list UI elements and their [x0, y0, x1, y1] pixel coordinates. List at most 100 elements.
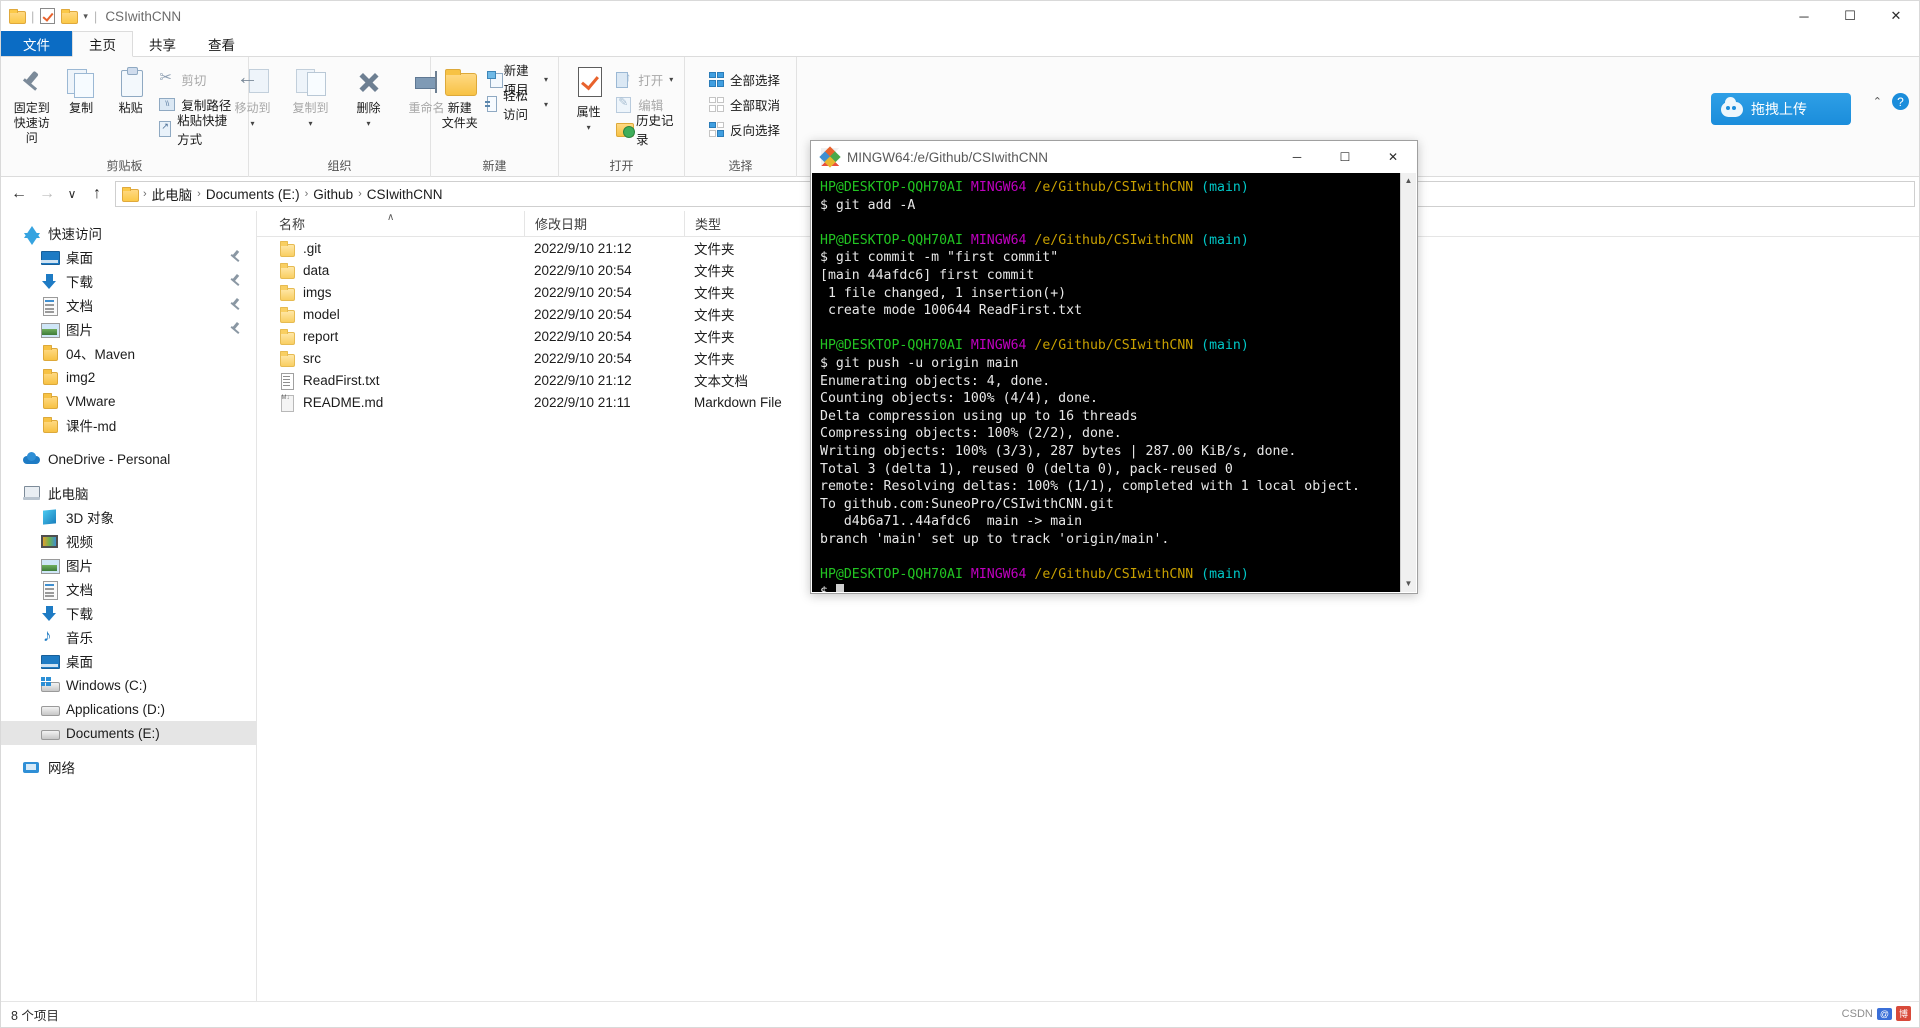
terminal-output[interactable]: HP@DESKTOP-QQH70AI MINGW64 /e/Github/CSI… [812, 173, 1400, 592]
file-name-cell: README.md [269, 394, 524, 412]
invert-selection-icon [708, 121, 724, 137]
paste-button[interactable]: 粘贴 [106, 63, 155, 120]
easy-access-button[interactable]: 轻松访问 ▾ [483, 89, 552, 122]
sidebar-item-label: 图片 [66, 323, 93, 338]
documents-icon [41, 580, 58, 600]
folder-icon [41, 416, 58, 434]
sidebar-item-img2[interactable]: img2 [1, 365, 256, 389]
file-name-label: src [303, 350, 321, 366]
sidebar-item-label: 音乐 [66, 631, 93, 646]
sidebar-item-[interactable]: 桌面 [1, 649, 256, 673]
sidebar-item-label: Windows (C:) [66, 677, 148, 693]
collapse-ribbon-icon[interactable]: ⌃ [1873, 95, 1882, 108]
sidebar-item-[interactable]: 视频 [1, 529, 256, 553]
scroll-up-icon[interactable]: ▲ [1405, 173, 1413, 189]
sidebar-item-[interactable]: 桌面 [1, 245, 256, 269]
file-type-cell: 文件夹 [694, 308, 735, 323]
sidebar-item-[interactable]: 图片 [1, 553, 256, 577]
desktop-icon [41, 653, 60, 670]
markdown-file-icon [279, 394, 295, 412]
column-header-name[interactable]: 名称 [269, 211, 524, 237]
terminal-body: HP@DESKTOP-QQH70AI MINGW64 /e/Github/CSI… [812, 173, 1416, 592]
mingw64-terminal-window[interactable]: MINGW64:/e/Github/CSIwithCNN ─ ☐ ✕ HP@DE… [810, 140, 1418, 594]
sidebar-item-label: 网络 [48, 761, 75, 776]
title-bar: | ▾ | CSIwithCNN ─ ☐ ✕ [1, 1, 1919, 31]
file-type-cell: 文件夹 [694, 330, 735, 345]
tab-file[interactable]: 文件 [1, 31, 72, 56]
chevron-down-icon[interactable]: ▾ [83, 11, 88, 22]
new-folder-button[interactable]: 新建 文件夹 [437, 63, 483, 135]
up-button[interactable]: ↑ [83, 180, 111, 208]
delete-button[interactable]: 删除 ▾ [340, 63, 398, 135]
open-button[interactable]: 打开 ▾ [612, 68, 678, 90]
sidebar-item-3d[interactable]: 3D 对象 [1, 505, 256, 529]
new-folder-icon [443, 67, 477, 97]
sidebar-item-[interactable]: 图片 [1, 317, 256, 341]
ribbon-group-label-select: 选择 [728, 159, 753, 173]
sidebar-item-vmware[interactable]: VMware [1, 389, 256, 413]
breadcrumb-separator: › [143, 188, 147, 200]
new-folder-icon[interactable] [61, 9, 79, 24]
copy-to-button[interactable]: 复制到 ▾ [282, 63, 340, 135]
pin-icon[interactable] [229, 322, 242, 335]
tab-home[interactable]: 主页 [72, 31, 133, 57]
drag-upload-button[interactable]: 拖拽上传 [1711, 93, 1851, 125]
recent-locations-button[interactable]: ∨ [61, 180, 83, 208]
sidebar-item-[interactable]: 下载 [1, 269, 256, 293]
sidebar-item-md[interactable]: 课件-md [1, 413, 256, 437]
move-to-button[interactable]: 移动到 ▾ [224, 63, 282, 135]
sidebar-item-[interactable]: 网络 [1, 755, 256, 779]
pin-to-quick-access-button[interactable]: 固定到 快速访问 [7, 63, 56, 150]
sidebar-item-documents-e[interactable]: Documents (E:) [1, 721, 256, 745]
pin-icon[interactable] [229, 298, 242, 311]
file-name-label: model [303, 306, 340, 322]
breadcrumb-item-documents-e[interactable]: Documents (E:) [206, 187, 300, 202]
maximize-button[interactable]: ☐ [1827, 1, 1873, 31]
windows-drive-icon [41, 676, 60, 694]
breadcrumb-item-csiwithcnn[interactable]: CSIwithCNN [367, 187, 443, 202]
breadcrumb-item-github[interactable]: Github [313, 187, 353, 202]
terminal-minimize-button[interactable]: ─ [1273, 141, 1321, 173]
sidebar-item-[interactable]: 此电脑 [1, 481, 256, 505]
invert-selection-button[interactable]: 反向选择 [705, 118, 784, 140]
copy-to-label: 复制到 [292, 101, 329, 115]
tab-view[interactable]: 查看 [192, 31, 251, 56]
sidebar-item-[interactable]: 音乐 [1, 625, 256, 649]
sidebar-item-[interactable]: 文档 [1, 577, 256, 601]
tab-share[interactable]: 共享 [133, 31, 192, 56]
scroll-down-icon[interactable]: ▼ [1405, 576, 1413, 592]
close-button[interactable]: ✕ [1873, 1, 1919, 31]
sidebar-item-[interactable]: 下载 [1, 601, 256, 625]
breadcrumb-item-this-pc[interactable]: 此电脑 [152, 184, 193, 204]
sidebar-item-04-maven[interactable]: 04、Maven [1, 341, 256, 365]
history-button[interactable]: 历史记录 [612, 114, 678, 147]
select-all-button[interactable]: 全部选择 [705, 68, 784, 90]
sidebar-item-onedrive-personal[interactable]: OneDrive - Personal [1, 447, 256, 471]
downloads-icon [41, 273, 58, 290]
sidebar-item-[interactable]: 快速访问 [1, 221, 256, 245]
pin-icon[interactable] [229, 250, 242, 263]
help-icon[interactable]: ? [1892, 93, 1909, 110]
window-title: CSIwithCNN [105, 8, 182, 24]
back-button[interactable]: ← [5, 180, 33, 208]
minimize-button[interactable]: ─ [1781, 1, 1827, 31]
folder-icon[interactable] [9, 9, 26, 24]
properties-icon[interactable] [40, 8, 56, 24]
sidebar-item-label: 课件-md [66, 419, 117, 434]
sidebar-item-windows-c[interactable]: Windows (C:) [1, 673, 256, 697]
folder-icon [279, 328, 295, 345]
pin-icon[interactable] [229, 274, 242, 287]
select-none-button[interactable]: 全部取消 [705, 93, 784, 115]
terminal-maximize-button[interactable]: ☐ [1321, 141, 1369, 173]
sidebar-item-applications-d[interactable]: Applications (D:) [1, 697, 256, 721]
terminal-close-button[interactable]: ✕ [1369, 141, 1417, 173]
forward-button[interactable]: → [33, 180, 61, 208]
column-header-type[interactable]: 类型 [684, 210, 824, 237]
file-date-cell: 2022/9/10 21:12 [534, 372, 632, 388]
column-header-date[interactable]: 修改日期 [524, 210, 684, 237]
terminal-scrollbar[interactable]: ▲ ▼ [1400, 173, 1416, 592]
quick-access-toolbar: | ▾ | [9, 8, 97, 24]
sidebar-item-[interactable]: 文档 [1, 293, 256, 317]
properties-button[interactable]: 属性 ▾ [565, 63, 612, 139]
copy-button[interactable]: 复制 [56, 63, 105, 120]
